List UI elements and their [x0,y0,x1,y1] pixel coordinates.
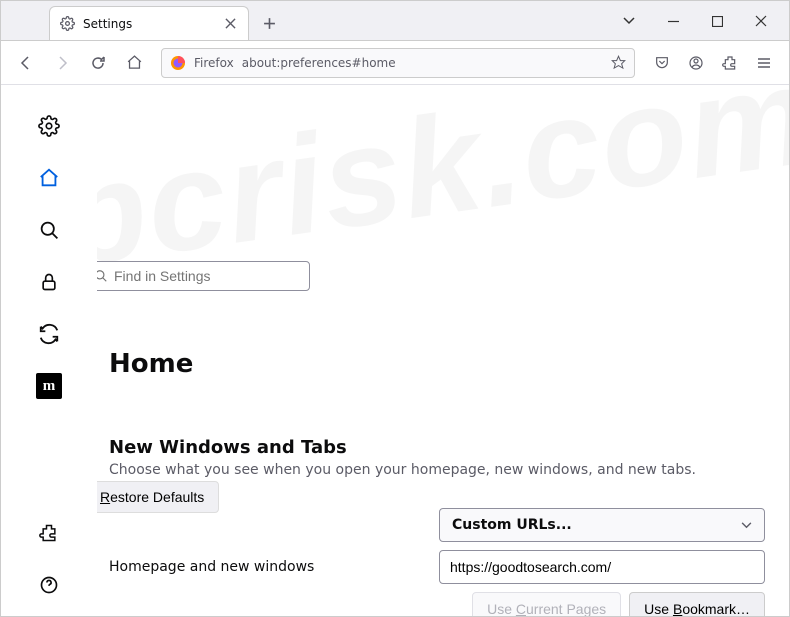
content-region: m pcrisk.com Home Restore Defaults New W… [1,85,789,616]
homepage-row-label: Homepage and new windows [109,559,439,575]
sidebar-item-home[interactable] [32,161,66,195]
menu-icon[interactable] [749,48,779,78]
page-title: Home [109,349,765,379]
section-desc: Choose what you see when you open your h… [109,462,765,478]
main-panel: pcrisk.com Home Restore Defaults New Win… [97,85,789,616]
tabs-chevron-icon[interactable] [619,11,639,31]
identity-label: Firefox [194,56,234,70]
homepage-url-input[interactable] [439,550,765,584]
sidebar-item-search[interactable] [32,213,66,247]
search-icon [97,269,108,283]
tab-title: Settings [83,17,214,31]
url-bar[interactable]: Firefox about:preferences#home [161,48,635,78]
use-current-pages-button: Use Current Pages [472,592,621,616]
sidebar: m [1,85,97,616]
account-icon[interactable] [681,48,711,78]
firefox-logo-icon [170,55,186,71]
find-in-settings[interactable] [97,261,310,291]
back-button[interactable] [11,48,41,78]
sidebar-item-privacy[interactable] [32,265,66,299]
mozilla-icon: m [36,373,62,399]
sidebar-item-mozilla[interactable]: m [32,369,66,403]
home-button[interactable] [119,48,149,78]
sidebar-item-help[interactable] [32,568,66,602]
url-address: about:preferences#home [242,56,603,70]
homepage-select[interactable]: Custom URLs... [439,508,765,542]
new-tab-button[interactable] [255,9,283,37]
gear-icon [60,16,75,31]
maximize-icon[interactable] [707,11,727,31]
close-window-icon[interactable] [751,11,771,31]
section-heading-windows-tabs: New Windows and Tabs [109,437,765,458]
close-icon[interactable] [222,16,238,32]
browser-tab[interactable]: Settings [49,6,249,40]
forward-button[interactable] [47,48,77,78]
reload-button[interactable] [83,48,113,78]
sidebar-item-sync[interactable] [32,317,66,351]
minimize-icon[interactable] [663,11,683,31]
extensions-icon[interactable] [715,48,745,78]
bookmark-star-icon[interactable] [611,55,626,70]
chevron-down-icon [741,522,752,529]
toolbar: Firefox about:preferences#home [1,41,789,85]
sidebar-item-general[interactable] [32,109,66,143]
pocket-icon[interactable] [647,48,677,78]
find-input[interactable] [114,268,301,284]
use-bookmark-button[interactable]: Use Bookmark… [629,592,765,616]
tab-bar: Settings [1,1,789,41]
window-controls [619,1,789,41]
sidebar-item-extensions[interactable] [32,516,66,550]
